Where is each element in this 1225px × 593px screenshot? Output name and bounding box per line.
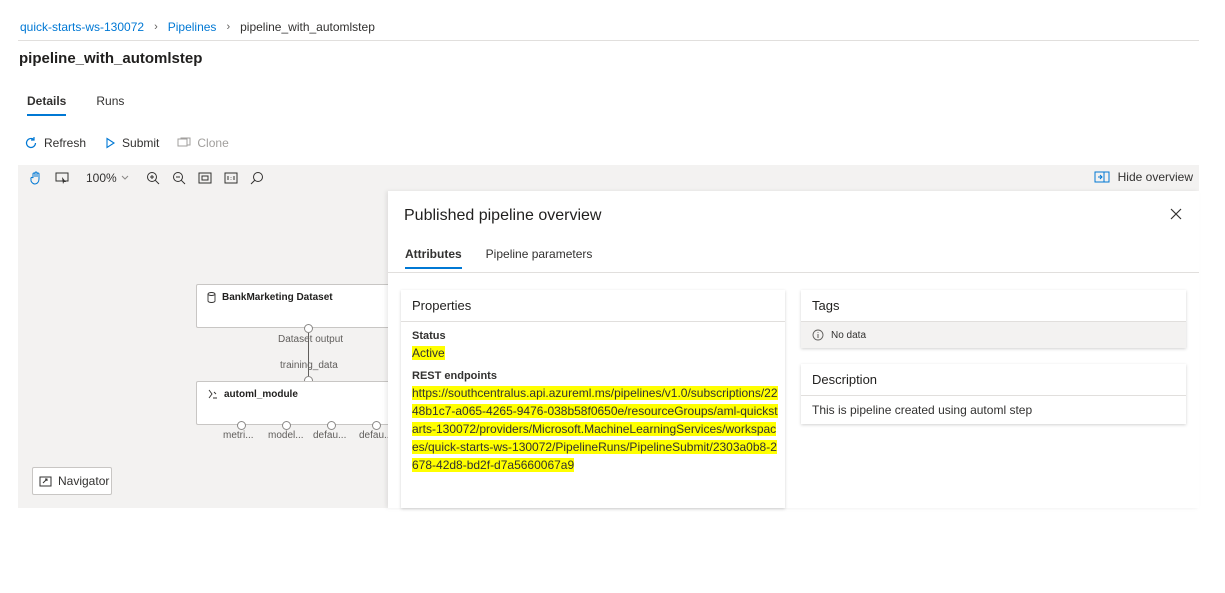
status-label: Status	[412, 330, 446, 342]
clone-button[interactable]: Clone	[177, 136, 229, 150]
breadcrumb: quick-starts-ws-130072 › Pipelines › pip…	[20, 20, 375, 34]
overview-tabs: Attributes Pipeline parameters	[405, 247, 592, 269]
hand-icon	[30, 171, 40, 185]
main-tabs: Details Runs	[27, 94, 124, 116]
header-divider	[18, 40, 1199, 41]
status-value: Active	[412, 346, 445, 360]
tags-card: Tags No data	[801, 290, 1186, 348]
rest-endpoints-label: REST endpoints	[412, 370, 497, 382]
automl-output-label-default-2: defau...	[359, 430, 388, 441]
fit-to-screen-button[interactable]	[197, 170, 213, 186]
automl-output-port-default-2[interactable]	[372, 421, 381, 430]
tags-empty-state: No data	[801, 322, 1186, 348]
zoom-out-icon	[172, 172, 186, 185]
dataset-output-label: Dataset output	[278, 334, 344, 345]
canvas-toolbar: 100% Hide overview	[18, 165, 1199, 191]
overview-panel-icon	[1094, 171, 1110, 183]
published-pipeline-overview-panel: Published pipeline overview Attributes P…	[388, 191, 1199, 508]
automl-node[interactable]: automl_module	[196, 381, 388, 425]
automl-output-label-model: model...	[268, 430, 304, 441]
database-icon	[207, 292, 216, 303]
search-icon	[250, 172, 263, 185]
tab-runs[interactable]: Runs	[96, 94, 124, 116]
tab-details[interactable]: Details	[27, 94, 67, 116]
fit-screen-icon	[198, 172, 212, 184]
pan-hand-button[interactable]	[28, 170, 44, 186]
automl-output-label-default-1: defau...	[313, 430, 347, 441]
chevron-down-icon	[121, 175, 129, 180]
tab-pipeline-parameters[interactable]: Pipeline parameters	[486, 247, 593, 269]
clone-icon	[177, 137, 191, 147]
dataset-node[interactable]: BankMarketing Dataset	[196, 284, 388, 328]
chevron-right-icon: ›	[226, 21, 231, 33]
automl-node-label: automl_module	[224, 389, 298, 400]
command-bar: Refresh Submit Clone	[24, 136, 229, 150]
clone-label: Clone	[197, 136, 229, 150]
pipeline-canvas[interactable]: BankMarketing Dataset Dataset output tra…	[18, 191, 388, 508]
refresh-label: Refresh	[44, 136, 87, 150]
hide-overview-label: Hide overview	[1117, 170, 1193, 184]
dataset-output-port[interactable]	[304, 324, 313, 333]
tags-header: Tags	[801, 290, 1186, 322]
actual-size-button[interactable]	[223, 170, 239, 186]
chevron-right-icon: ›	[154, 21, 158, 33]
zoom-dropdown[interactable]: 100%	[86, 171, 129, 185]
page-title: pipeline_with_automlstep	[19, 50, 203, 67]
panel-title: Published pipeline overview	[404, 207, 602, 224]
zoom-in-icon	[146, 172, 160, 185]
select-cursor-icon	[55, 172, 69, 184]
connector-label: training_data	[280, 360, 338, 371]
refresh-button[interactable]: Refresh	[24, 136, 86, 150]
breadcrumb-pipelines-link[interactable]: Pipelines	[168, 20, 217, 34]
navigator-label: Navigator	[58, 474, 110, 488]
breadcrumb-current: pipeline_with_automlstep	[240, 20, 375, 34]
zoom-value: 100%	[86, 171, 117, 185]
play-icon	[106, 137, 116, 149]
rest-endpoint-row: https://southcentralus.api.azureml.ms/pi…	[412, 384, 780, 474]
info-icon	[812, 329, 824, 341]
tab-attributes[interactable]: Attributes	[405, 247, 462, 269]
tags-empty-text: No data	[831, 329, 867, 341]
search-button[interactable]	[249, 170, 265, 186]
description-card: Description This is pipeline created usi…	[801, 364, 1186, 424]
zoom-out-button[interactable]	[171, 170, 187, 186]
automl-module-icon	[208, 389, 217, 399]
rest-endpoint-value[interactable]: https://southcentralus.api.azureml.ms/pi…	[412, 386, 778, 472]
hide-overview-button[interactable]: Hide overview	[1094, 170, 1193, 184]
description-header: Description	[801, 364, 1186, 396]
close-button[interactable]	[1169, 207, 1183, 221]
properties-card: Properties Status Active REST endpoints …	[401, 290, 785, 508]
navigator-icon	[39, 476, 52, 486]
select-mode-button[interactable]	[54, 170, 70, 186]
actual-size-icon	[224, 172, 238, 184]
dataset-node-label: BankMarketing Dataset	[222, 292, 333, 303]
submit-button[interactable]: Submit	[104, 136, 159, 150]
automl-node-title: automl_module	[207, 389, 298, 400]
refresh-icon	[25, 137, 37, 149]
status-value-row: Active	[412, 344, 774, 362]
automl-output-port-default-1[interactable]	[327, 421, 336, 430]
automl-output-port-metrics[interactable]	[237, 421, 246, 430]
description-text: This is pipeline created using automl st…	[812, 403, 1033, 417]
pipeline-connector	[308, 333, 309, 380]
automl-output-label-metrics: metri...	[223, 430, 254, 441]
submit-label: Submit	[122, 136, 160, 150]
properties-header: Properties	[401, 290, 785, 322]
dataset-node-title: BankMarketing Dataset	[207, 292, 333, 303]
tabs-divider	[388, 272, 1199, 273]
navigator-button[interactable]: Navigator	[32, 467, 112, 495]
breadcrumb-workspace-link[interactable]: quick-starts-ws-130072	[20, 20, 144, 34]
close-icon	[1170, 208, 1182, 220]
zoom-in-button[interactable]	[145, 170, 161, 186]
automl-output-port-model[interactable]	[282, 421, 291, 430]
